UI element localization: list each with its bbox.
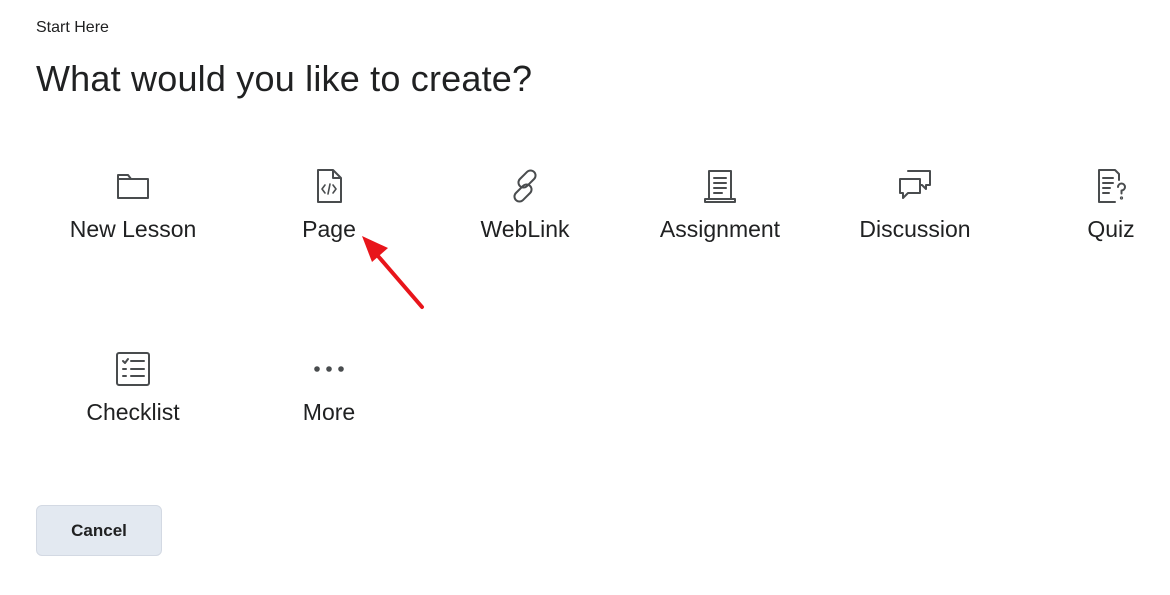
option-label: Discussion [859,216,971,242]
folder-icon [113,166,153,206]
assignment-icon [700,166,740,206]
option-label: Checklist [86,399,180,425]
discussion-icon [895,166,935,206]
link-icon [505,166,545,206]
file-code-icon [309,166,349,206]
create-checklist-option[interactable]: Checklist [48,349,218,469]
checklist-icon [113,349,153,389]
breadcrumb: Start Here [36,19,109,36]
cancel-button[interactable]: Cancel [36,505,162,556]
create-page-option[interactable]: Page [244,166,414,286]
create-weblink-option[interactable]: WebLink [440,166,610,286]
create-discussion-option[interactable]: Discussion [830,166,1000,286]
create-new-lesson-option[interactable]: New Lesson [48,166,218,286]
option-label: WebLink [480,216,570,242]
create-quiz-option[interactable]: Quiz [1026,166,1170,286]
option-label: Quiz [1087,216,1135,242]
create-more-option[interactable]: More [244,349,414,469]
more-icon [309,349,349,389]
quiz-icon [1091,166,1131,206]
option-label: Assignment [659,216,781,242]
option-label: Page [302,216,356,242]
option-label: New Lesson [69,216,197,242]
option-label: More [302,399,356,425]
create-assignment-option[interactable]: Assignment [635,166,805,286]
page-title: What would you like to create? [36,58,533,99]
